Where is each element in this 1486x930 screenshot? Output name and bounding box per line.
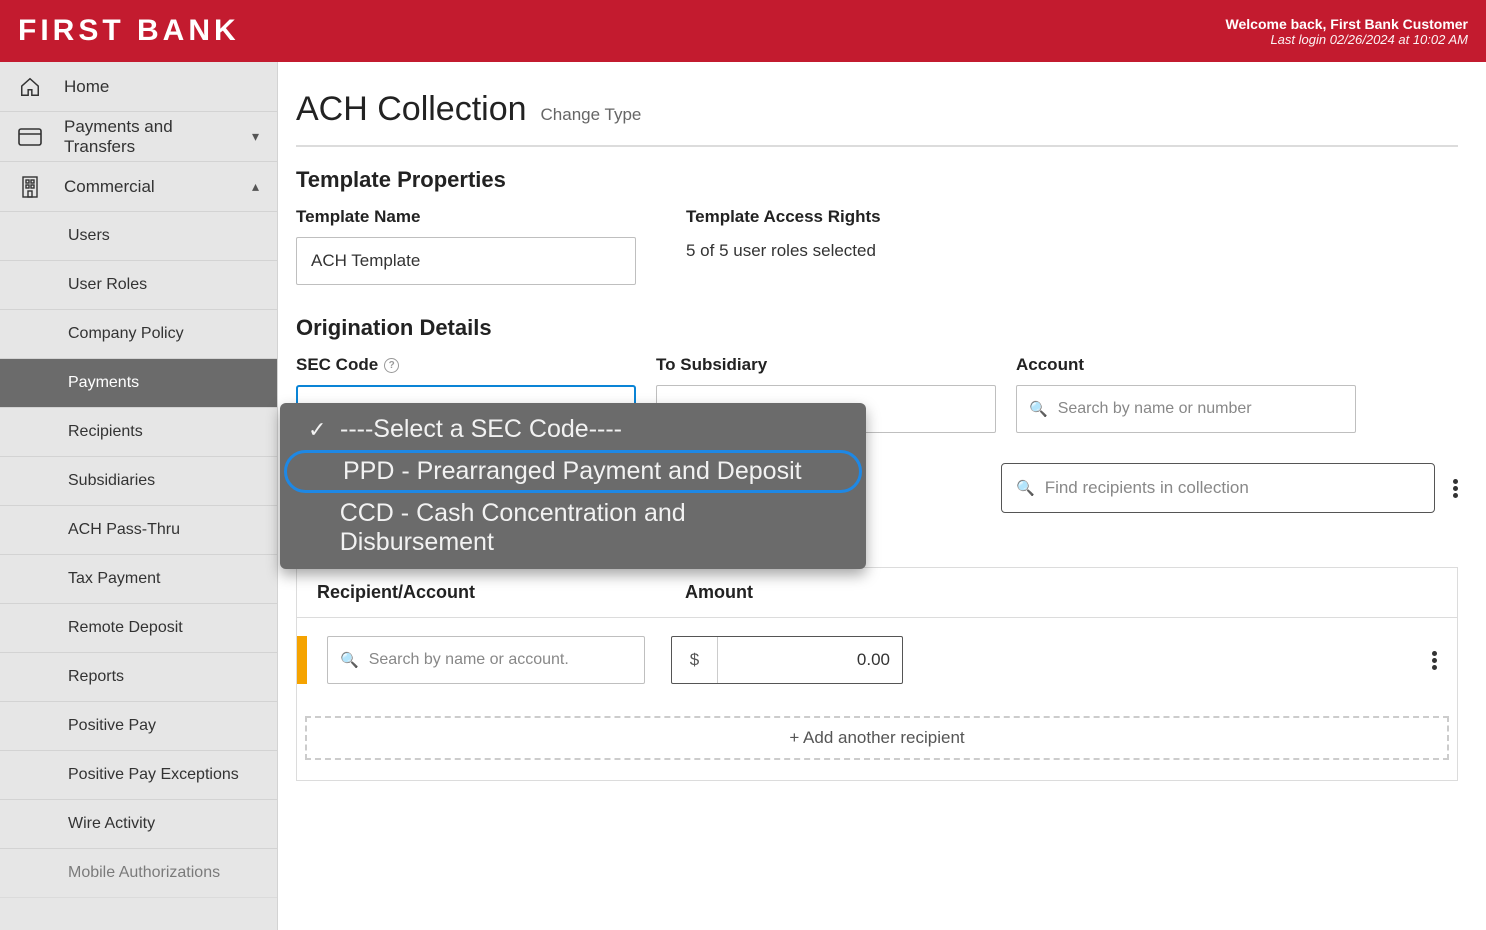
page-title: ACH Collection bbox=[296, 90, 527, 129]
sidebar-item-recipients[interactable]: Recipients bbox=[0, 408, 277, 457]
find-placeholder: Find recipients in collection bbox=[1045, 478, 1249, 498]
recipient-search-placeholder: Search by name or account. bbox=[369, 651, 569, 669]
recipient-row: 🔍 Search by name or account. $ 0.00 bbox=[297, 617, 1457, 702]
help-icon[interactable]: ? bbox=[384, 358, 399, 373]
access-rights-label: Template Access Rights bbox=[686, 207, 881, 227]
account-placeholder: Search by name or number bbox=[1058, 400, 1252, 418]
amount-value: 0.00 bbox=[718, 650, 902, 670]
row-menu-button[interactable] bbox=[1432, 651, 1437, 670]
recipient-search-input[interactable]: 🔍 Search by name or account. bbox=[327, 636, 645, 684]
search-icon: 🔍 bbox=[1029, 400, 1048, 418]
sidebar-item-subsidiaries[interactable]: Subsidiaries bbox=[0, 457, 277, 506]
main-content: ACH Collection Change Type Template Prop… bbox=[278, 62, 1486, 930]
sidebar: Home Payments and Transfers ▾ Commercial… bbox=[0, 62, 278, 930]
sidebar-label-home: Home bbox=[64, 77, 109, 97]
col-amount: Amount bbox=[685, 582, 1437, 603]
search-icon: 🔍 bbox=[1016, 479, 1035, 497]
sidebar-item-ach-pass-thru[interactable]: ACH Pass-Thru bbox=[0, 506, 277, 555]
sidebar-item-user-roles[interactable]: User Roles bbox=[0, 261, 277, 310]
chevron-down-icon: ▾ bbox=[252, 128, 259, 145]
sidebar-item-positive-pay[interactable]: Positive Pay bbox=[0, 702, 277, 751]
sidebar-label-payments-transfers: Payments and Transfers bbox=[64, 117, 230, 157]
sec-code-dropdown: ✓ ----Select a SEC Code---- PPD - Prearr… bbox=[280, 403, 866, 569]
template-name-input[interactable] bbox=[296, 237, 636, 285]
sidebar-item-reports[interactable]: Reports bbox=[0, 653, 277, 702]
sidebar-label-commercial: Commercial bbox=[64, 177, 155, 197]
sec-code-label: SEC Code ? bbox=[296, 355, 636, 375]
home-icon bbox=[18, 76, 42, 98]
last-login-text: Last login 02/26/2024 at 10:02 AM bbox=[1226, 32, 1468, 47]
welcome-block: Welcome back, First Bank Customer Last l… bbox=[1226, 16, 1468, 47]
recipients-menu-button[interactable] bbox=[1453, 479, 1458, 498]
sidebar-item-home[interactable]: Home bbox=[0, 62, 277, 112]
check-icon: ✓ bbox=[308, 417, 326, 443]
template-name-label: Template Name bbox=[296, 207, 636, 227]
account-search-input[interactable]: 🔍 Search by name or number bbox=[1016, 385, 1356, 433]
sidebar-item-mobile-auth[interactable]: Mobile Authorizations bbox=[0, 849, 277, 898]
sidebar-item-wire-activity[interactable]: Wire Activity bbox=[0, 800, 277, 849]
recipients-table: Recipient/Account Amount 🔍 Search by nam… bbox=[296, 567, 1458, 781]
sec-option-ccd[interactable]: CCD - Cash Concentration and Disbursemen… bbox=[280, 493, 866, 563]
origination-details-heading: Origination Details bbox=[296, 315, 1458, 341]
sidebar-item-positive-pay-exceptions[interactable]: Positive Pay Exceptions bbox=[0, 751, 277, 800]
template-properties-heading: Template Properties bbox=[296, 167, 1458, 193]
welcome-text: Welcome back, First Bank Customer bbox=[1226, 16, 1468, 32]
app-header: FIRST BANK Welcome back, First Bank Cust… bbox=[0, 0, 1486, 62]
chevron-up-icon: ▴ bbox=[252, 178, 259, 195]
change-type-link[interactable]: Change Type bbox=[541, 105, 642, 125]
sidebar-item-tax-payment[interactable]: Tax Payment bbox=[0, 555, 277, 604]
row-indicator bbox=[297, 636, 307, 684]
col-recipient-account: Recipient/Account bbox=[317, 582, 685, 603]
sidebar-item-remote-deposit[interactable]: Remote Deposit bbox=[0, 604, 277, 653]
building-icon bbox=[18, 176, 42, 198]
search-icon: 🔍 bbox=[340, 651, 359, 669]
to-subsidiary-label: To Subsidiary bbox=[656, 355, 996, 375]
bank-logo: FIRST BANK bbox=[18, 14, 240, 48]
access-rights-value: 5 of 5 user roles selected bbox=[686, 241, 881, 261]
sidebar-item-commercial[interactable]: Commercial ▴ bbox=[0, 162, 277, 212]
add-another-recipient-button[interactable]: + Add another recipient bbox=[305, 716, 1449, 760]
sec-option-ppd[interactable]: PPD - Prearranged Payment and Deposit bbox=[284, 450, 862, 493]
currency-label: $ bbox=[672, 637, 718, 683]
account-label: Account bbox=[1016, 355, 1356, 375]
sidebar-item-company-policy[interactable]: Company Policy bbox=[0, 310, 277, 359]
sidebar-item-payments-transfers[interactable]: Payments and Transfers ▾ bbox=[0, 112, 277, 162]
amount-input[interactable]: $ 0.00 bbox=[671, 636, 903, 684]
sidebar-item-users[interactable]: Users bbox=[0, 212, 277, 261]
sidebar-item-payments[interactable]: Payments bbox=[0, 359, 277, 408]
card-icon bbox=[18, 128, 42, 146]
find-recipients-input[interactable]: 🔍 Find recipients in collection bbox=[1001, 463, 1435, 513]
sec-option-placeholder[interactable]: ✓ ----Select a SEC Code---- bbox=[280, 409, 866, 450]
